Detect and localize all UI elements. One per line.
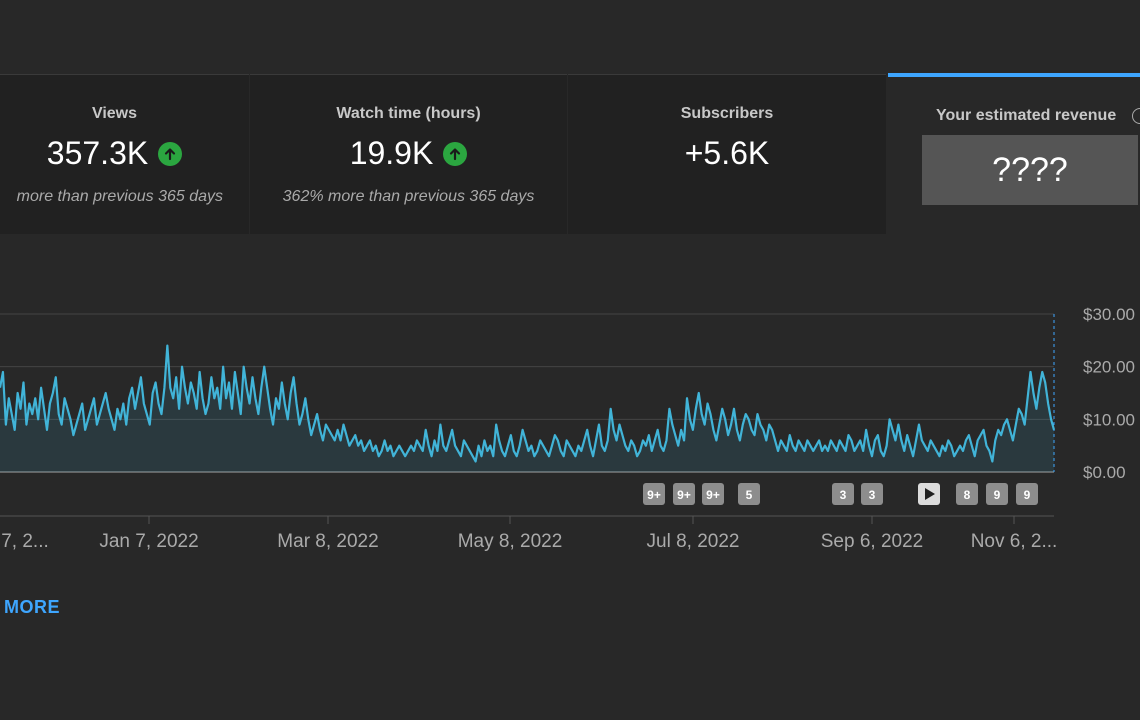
event-marker[interactable]: 3 xyxy=(832,483,854,505)
event-marker[interactable]: 9+ xyxy=(702,483,724,505)
event-marker-label: 9+ xyxy=(677,488,691,502)
arrow-up-circle-icon xyxy=(443,141,468,166)
tab-subscribers-title: Subscribers xyxy=(680,105,774,122)
tab-watch-time[interactable]: Watch time (hours) 19.9K 362% more than … xyxy=(250,74,567,234)
series-area xyxy=(0,345,1054,472)
arrow-up-circle-icon xyxy=(158,141,183,166)
more-link[interactable]: MORE xyxy=(4,597,60,618)
tab-views-value: 357.3K xyxy=(46,135,149,171)
analytics-overview: Views 357.3K more than previous 365 days… xyxy=(0,0,1140,720)
y-axis-labels: $0.00 $10.00 $20.00 $30.00 xyxy=(1083,305,1135,482)
event-marker[interactable]: 9 xyxy=(986,483,1008,505)
tab-watch-time-value-row: 19.9K xyxy=(250,135,567,172)
event-marker-label: 5 xyxy=(746,488,753,502)
event-marker[interactable]: 9+ xyxy=(673,483,695,505)
revenue-line-chart: $0.00 $10.00 $20.00 $30.00 9+ 9+ 9+ 5 3 3 8 9 9 7, … xyxy=(0,305,1135,552)
x-tick-label: Sep 6, 2022 xyxy=(821,531,923,552)
y-tick-label: $30.00 xyxy=(1083,305,1135,324)
tab-watch-time-title: Watch time (hours) xyxy=(336,105,481,122)
event-marker-label: 9+ xyxy=(647,488,661,502)
tab-revenue-value: ???? xyxy=(922,135,1138,205)
x-tick-label: Nov 6, 2... xyxy=(971,531,1058,552)
tab-views[interactable]: Views 357.3K more than previous 365 days xyxy=(0,74,249,234)
tab-revenue-title: Your estimated revenue xyxy=(936,107,1117,124)
y-tick-label: $0.00 xyxy=(1083,463,1126,482)
tab-watch-time-subtext: 362% more than previous 365 days xyxy=(282,188,535,205)
event-marker-label: 8 xyxy=(964,488,971,502)
event-marker[interactable]: 9+ xyxy=(643,483,665,505)
tab-views-subtext: more than previous 365 days xyxy=(16,188,223,205)
tab-watch-time-value: 19.9K xyxy=(349,135,434,171)
x-tick-label: Jul 8, 2022 xyxy=(647,531,740,552)
event-marker[interactable]: 9 xyxy=(1016,483,1038,505)
x-axis-labels: 7, 2... Jan 7, 2022 Mar 8, 2022 May 8, 2022… xyxy=(1,516,1057,552)
event-markers: 9+ 9+ 9+ 5 3 3 8 9 9 xyxy=(643,483,1038,505)
tab-subscribers[interactable]: Subscribers +5.6K xyxy=(568,74,886,234)
x-tick-label: Mar 8, 2022 xyxy=(277,531,378,552)
event-marker[interactable] xyxy=(918,483,940,505)
event-marker-label: 3 xyxy=(869,488,876,502)
tab-views-value-row: 357.3K xyxy=(0,135,249,172)
y-tick-label: $10.00 xyxy=(1083,410,1135,429)
x-tick-label: May 8, 2022 xyxy=(458,531,563,552)
event-marker[interactable]: 3 xyxy=(861,483,883,505)
x-tick-label: 7, 2... xyxy=(1,531,49,552)
chart-area-layer xyxy=(0,345,1054,472)
tab-subscribers-value-row: +5.6K xyxy=(568,135,886,172)
event-marker-label: 9+ xyxy=(706,488,720,502)
tab-views-title: Views xyxy=(91,105,138,122)
event-marker-label: 9 xyxy=(994,488,1001,502)
event-marker[interactable]: 5 xyxy=(738,483,760,505)
event-marker[interactable]: 8 xyxy=(956,483,978,505)
tab-revenue[interactable]: Your estimated revenue ???? xyxy=(888,73,1140,233)
x-tick-label: Jan 7, 2022 xyxy=(99,531,198,552)
event-marker-label: 3 xyxy=(840,488,847,502)
y-tick-label: $20.00 xyxy=(1083,358,1135,377)
tab-subscribers-value: +5.6K xyxy=(684,135,770,171)
event-marker-label: 9 xyxy=(1024,488,1031,502)
